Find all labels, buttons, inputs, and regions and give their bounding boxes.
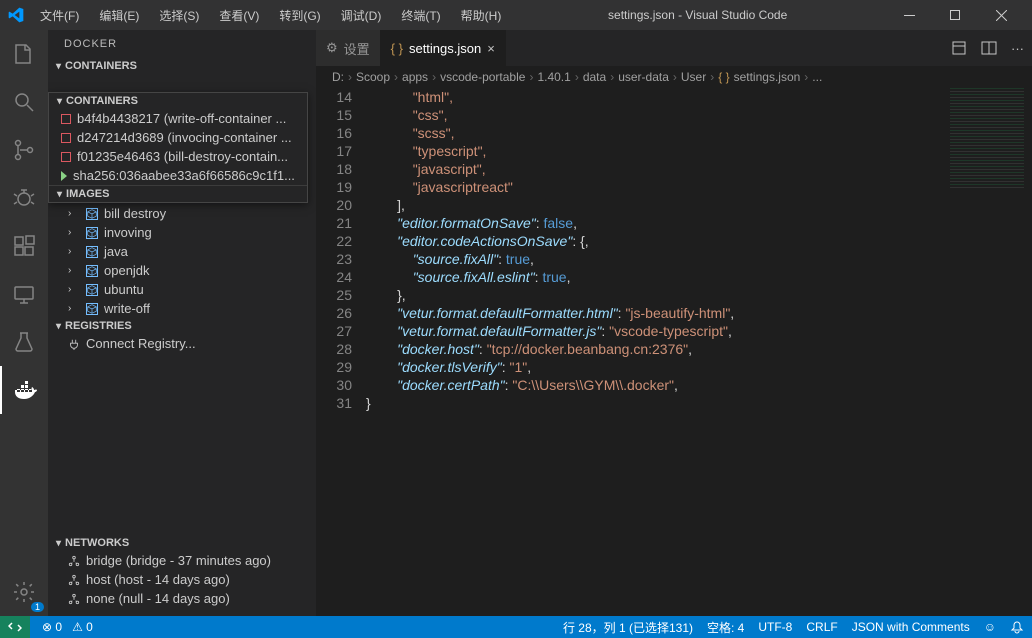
plug-icon — [68, 338, 80, 350]
chevron-right-icon: › — [68, 227, 80, 238]
container-item[interactable]: f01235e46463 (bill-destroy-contain... — [49, 147, 307, 166]
json-file-icon: { } — [391, 41, 403, 56]
tab-settings-json[interactable]: { } settings.json × — [381, 30, 506, 66]
menu-item[interactable]: 转到(G) — [271, 3, 328, 28]
tab-settings[interactable]: ⚙ 设置 — [316, 30, 381, 66]
network-icon — [68, 555, 80, 567]
remote-indicator[interactable] — [0, 616, 30, 638]
feedback-icon[interactable]: ☺ — [984, 620, 996, 634]
stopped-icon — [61, 133, 71, 143]
editor-actions: ··· — [943, 30, 1032, 66]
editor: ⚙ 设置 { } settings.json × ··· D:›Scoop›ap… — [316, 30, 1032, 616]
container-item[interactable]: d247214d3689 (invocing-container ... — [49, 128, 307, 147]
menu-item[interactable]: 终端(T) — [393, 3, 448, 28]
activitybar — [0, 30, 48, 616]
menu-item[interactable]: 帮助(H) — [453, 3, 510, 28]
container-item[interactable]: b4f4b4438217 (write-off-container ... — [49, 109, 307, 128]
containers-popout-header[interactable]: ▾CONTAINERS — [49, 93, 307, 109]
chevron-right-icon: › — [68, 246, 80, 257]
settings-gear-icon[interactable] — [0, 568, 48, 616]
play-icon — [61, 171, 67, 181]
image-item[interactable]: ›bill destroy — [56, 204, 316, 223]
menubar: 文件(F)编辑(E)选择(S)查看(V)转到(G)调试(D)终端(T)帮助(H) — [32, 3, 509, 28]
maximize-button[interactable] — [932, 0, 978, 30]
split-editor-icon[interactable] — [981, 40, 997, 56]
explorer-icon[interactable] — [0, 30, 48, 78]
chevron-right-icon: › — [68, 265, 80, 276]
sidebar: DOCKER ▾CONTAINERS ▾CONTAINERS b4f4b4438… — [48, 30, 316, 616]
image-item[interactable]: ›openjdk — [56, 261, 316, 280]
network-item[interactable]: host (host - 14 days ago) — [56, 570, 316, 589]
more-actions-icon[interactable]: ··· — [1011, 41, 1024, 56]
eol[interactable]: CRLF — [806, 620, 837, 634]
indentation[interactable]: 空格: 4 — [707, 619, 744, 636]
tab-close-icon[interactable]: × — [487, 41, 495, 56]
search-icon[interactable] — [0, 78, 48, 126]
network-icon — [68, 593, 80, 605]
errors-count[interactable]: ⊗ 0 — [42, 620, 62, 634]
image-icon — [86, 303, 98, 315]
debug-icon[interactable] — [0, 174, 48, 222]
docker-icon[interactable] — [0, 366, 48, 414]
chevron-right-icon: › — [68, 208, 80, 219]
images-popout-header[interactable]: ▾IMAGES — [49, 185, 307, 202]
menu-item[interactable]: 查看(V) — [211, 3, 267, 28]
language-mode[interactable]: JSON with Comments — [852, 620, 970, 634]
code-editor[interactable]: 141516171819202122232425262728293031 "ht… — [316, 88, 1032, 616]
chevron-right-icon: › — [68, 303, 80, 314]
window-controls — [886, 0, 1024, 30]
containers-section-header[interactable]: ▾CONTAINERS — [48, 58, 316, 74]
chevron-right-icon: › — [68, 284, 80, 295]
sidebar-title: DOCKER — [48, 30, 316, 58]
network-item[interactable]: none (null - 14 days ago) — [56, 589, 316, 608]
image-icon — [86, 208, 98, 220]
menu-item[interactable]: 调试(D) — [333, 3, 390, 28]
notifications-icon[interactable] — [1010, 620, 1024, 634]
image-icon — [86, 284, 98, 296]
image-item[interactable]: ›write-off — [56, 299, 316, 318]
menu-item[interactable]: 选择(S) — [151, 3, 207, 28]
chevron-down-icon: ▾ — [56, 61, 61, 72]
stopped-icon — [61, 152, 71, 162]
image-icon — [86, 227, 98, 239]
menu-item[interactable]: 文件(F) — [32, 3, 87, 28]
titlebar: 文件(F)编辑(E)选择(S)查看(V)转到(G)调试(D)终端(T)帮助(H)… — [0, 0, 1032, 30]
settings-tab-icon: ⚙ — [326, 40, 338, 56]
stopped-icon — [61, 114, 71, 124]
testing-icon[interactable] — [0, 318, 48, 366]
line-gutter: 141516171819202122232425262728293031 — [316, 88, 366, 616]
minimap[interactable] — [942, 88, 1032, 228]
open-changes-icon[interactable] — [951, 40, 967, 56]
menu-item[interactable]: 编辑(E) — [91, 3, 147, 28]
image-item[interactable]: ›invoving — [56, 223, 316, 242]
image-icon — [86, 246, 98, 258]
source-control-icon[interactable] — [0, 126, 48, 174]
editor-tabs: ⚙ 设置 { } settings.json × ··· — [316, 30, 1032, 66]
network-item[interactable]: bridge (bridge - 37 minutes ago) — [56, 551, 316, 570]
network-icon — [68, 574, 80, 586]
remote-icon[interactable] — [0, 270, 48, 318]
image-item[interactable]: ›ubuntu — [56, 280, 316, 299]
vscode-logo-icon — [8, 7, 24, 23]
minimize-button[interactable] — [886, 0, 932, 30]
cursor-position[interactable]: 行 28，列 1 (已选择131) — [563, 619, 693, 636]
container-item[interactable]: sha256:036aabee33a6f66586c9c1f1... — [49, 166, 307, 185]
extensions-icon[interactable] — [0, 222, 48, 270]
containers-popout: ▾CONTAINERS b4f4b4438217 (write-off-cont… — [48, 92, 308, 203]
close-button[interactable] — [978, 0, 1024, 30]
networks-section-header[interactable]: ▾NETWORKS — [48, 535, 316, 551]
connect-registry-button[interactable]: Connect Registry... — [56, 334, 316, 353]
window-title: settings.json - Visual Studio Code — [509, 8, 886, 22]
image-item[interactable]: ›java — [56, 242, 316, 261]
warnings-count[interactable]: ⚠ 0 — [72, 620, 93, 634]
breadcrumbs[interactable]: D:›Scoop›apps›vscode-portable›1.40.1›dat… — [316, 66, 1032, 88]
statusbar: ⊗ 0 ⚠ 0 行 28，列 1 (已选择131) 空格: 4 UTF-8 CR… — [0, 616, 1032, 638]
registries-section-header[interactable]: ▾REGISTRIES — [48, 318, 316, 334]
encoding[interactable]: UTF-8 — [758, 620, 792, 634]
image-icon — [86, 265, 98, 277]
